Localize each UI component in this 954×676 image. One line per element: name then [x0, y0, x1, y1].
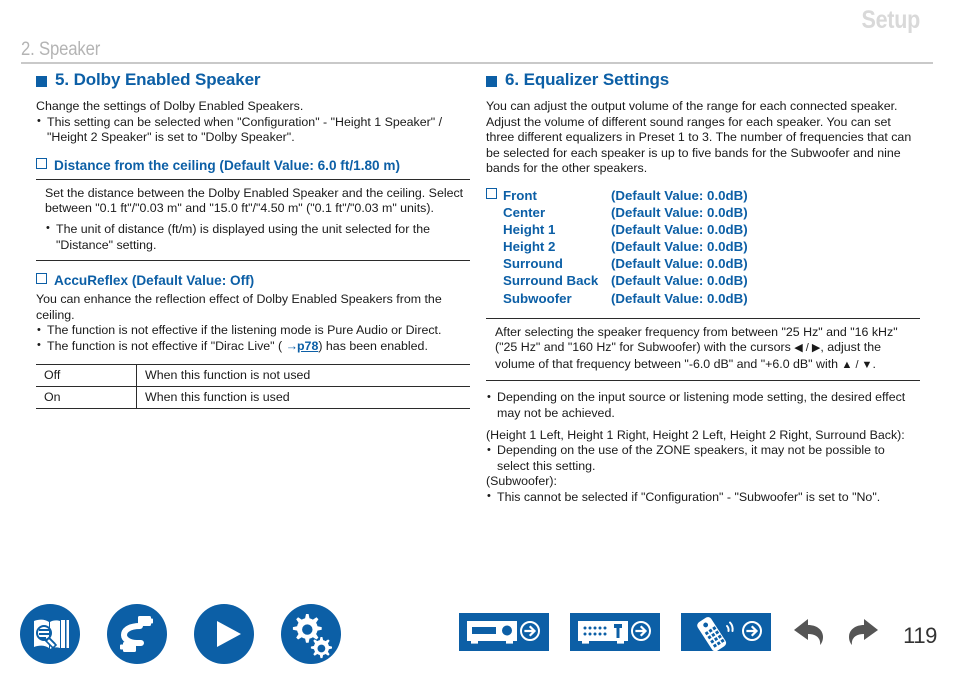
dolby-intro-text: Change the settings of Dolby Enabled Spe…	[36, 99, 304, 113]
speaker-name: Surround	[503, 256, 563, 272]
section-heading-label: 5. Dolby Enabled Speaker	[55, 70, 261, 89]
distance-note-bullets: The unit of distance (ft/m) is displayed…	[45, 221, 470, 253]
table-cell-option: Off	[36, 363, 137, 387]
list-item-with-link: The function is not effective if "Dirac …	[36, 338, 470, 355]
checkbox-square-cell	[486, 187, 503, 204]
subheading-accureflex: AccuReflex (Default Value: Off)	[36, 273, 470, 288]
back-arrow-icon[interactable]	[786, 616, 830, 657]
list-item: Height 1 (Default Value: 0.0dB)	[486, 221, 920, 238]
list-item: Subwoofer (Default Value: 0.0dB)	[486, 290, 920, 307]
list-item: Surround (Default Value: 0.0dB)	[486, 255, 920, 272]
page-number: 119	[903, 623, 937, 648]
subwoofer-bullets: This cannot be selected if "Configuratio…	[486, 489, 920, 506]
speaker-name: Subwoofer	[503, 290, 572, 306]
front-panel-icon[interactable]	[459, 613, 549, 651]
right-column: 6. Equalizer Settings You can adjust the…	[486, 70, 920, 506]
list-item: This cannot be selected if "Configuratio…	[486, 489, 920, 506]
note-text-part3: .	[872, 356, 876, 371]
section-bullet-square-icon	[36, 75, 47, 87]
table-cell-description: When this function is not used	[136, 363, 470, 387]
page-reference-link[interactable]: p78	[297, 339, 318, 353]
connections-cable-icon[interactable]	[107, 604, 167, 664]
group-label-subwoofer: (Subwoofer):	[486, 474, 557, 489]
list-item: Depending on the use of the ZONE speaker…	[486, 443, 920, 474]
forward-arrow-icon[interactable]	[842, 616, 886, 657]
footer-toolbar: 119	[0, 596, 954, 676]
table-row: Off When this function is not used	[36, 363, 470, 387]
speaker-default-value: (Default Value: 0.0dB)	[611, 205, 748, 221]
footer-circle-icon-group	[20, 604, 341, 664]
speaker-default-value: (Default Value: 0.0dB)	[611, 187, 748, 203]
left-column: 5. Dolby Enabled Speaker Change the sett…	[36, 70, 470, 409]
equalizer-note-text: After selecting the speaker frequency fr…	[495, 325, 920, 374]
speaker-name: Height 1	[503, 222, 556, 238]
speaker-default-value: (Default Value: 0.0dB)	[611, 256, 748, 272]
equalizer-intro-text: You can adjust the output volume of the …	[486, 99, 912, 176]
equalizer-note-block: After selecting the speaker frequency fr…	[486, 317, 920, 382]
accureflex-options-table: Off When this function is not used On Wh…	[36, 363, 470, 409]
subheading-distance-from-ceiling: Distance from the ceiling (Default Value…	[36, 157, 470, 173]
speaker-name: Front	[503, 187, 537, 203]
section-heading-dolby-enabled-speaker: 5. Dolby Enabled Speaker	[36, 70, 470, 90]
speaker-default-value: (Default Value: 0.0dB)	[611, 239, 748, 255]
bullet-text-pre: The function is not effective if "Dirac …	[47, 338, 286, 353]
cursor-up-down-icon: ▲ / ▼	[841, 358, 873, 371]
bullet-text-post: ) has been enabled.	[318, 338, 428, 353]
page-section-title: Setup	[861, 6, 921, 34]
distance-note-block: Set the distance between the Dolby Enabl…	[36, 178, 470, 262]
speaker-default-value: (Default Value: 0.0dB)	[611, 290, 748, 306]
manual-page: Setup 2. Speaker 5. Dolby Enabled Speake…	[0, 0, 954, 676]
speaker-name: Center	[503, 205, 546, 221]
subheading-label: Distance from the ceiling (Default Value…	[54, 157, 400, 173]
equalizer-general-bullets: Depending on the input source or listeni…	[486, 390, 920, 421]
section-heading-label: 6. Equalizer Settings	[505, 70, 670, 89]
speaker-default-value: (Default Value: 0.0dB)	[611, 222, 748, 238]
cursor-left-right-icon: ◀ / ▶	[794, 342, 821, 355]
header-divider	[21, 62, 933, 64]
manual-search-icon[interactable]	[20, 604, 80, 664]
footer-panel-icon-group	[459, 613, 771, 652]
page-link-arrow-icon: →	[285, 338, 298, 353]
list-item: This setting can be selected when "Confi…	[36, 114, 470, 146]
list-item: The function is not effective if the lis…	[36, 323, 470, 339]
speaker-default-value: (Default Value: 0.0dB)	[611, 273, 748, 289]
subheading-label: AccuReflex (Default Value: Off)	[54, 273, 255, 289]
speaker-name: Height 2	[503, 239, 556, 255]
list-item: The unit of distance (ft/m) is displayed…	[45, 221, 470, 253]
checkbox-square-icon	[36, 157, 47, 169]
list-item: Front (Default Value: 0.0dB)	[486, 187, 920, 204]
zone-speakers-bullets: Depending on the use of the ZONE speaker…	[486, 443, 920, 474]
checkbox-square-icon	[36, 273, 47, 285]
section-bullet-square-icon	[486, 75, 497, 87]
speaker-name: Surround Back	[503, 273, 599, 289]
list-item: Surround Back (Default Value: 0.0dB)	[486, 272, 920, 289]
play-icon[interactable]	[194, 604, 254, 664]
footer-navigation	[786, 616, 886, 657]
distance-note-text: Set the distance between the Dolby Enabl…	[45, 185, 464, 216]
section-heading-equalizer-settings: 6. Equalizer Settings	[486, 70, 920, 90]
equalizer-speaker-list: Front (Default Value: 0.0dB) Center (Def…	[486, 187, 920, 307]
rear-panel-icon[interactable]	[570, 613, 660, 651]
list-item: Center (Default Value: 0.0dB)	[486, 204, 920, 221]
group-label-zone-speakers: (Height 1 Left, Height 1 Right, Height 2…	[486, 427, 905, 442]
table-row: On When this function is used	[36, 385, 470, 409]
checkbox-square-icon	[486, 187, 497, 199]
table-cell-option: On	[36, 385, 137, 409]
list-item: Height 2 (Default Value: 0.0dB)	[486, 238, 920, 255]
table-cell-description: When this function is used	[136, 385, 470, 409]
accureflex-bullets: The function is not effective if the lis…	[36, 323, 470, 354]
dolby-intro-bullets: This setting can be selected when "Confi…	[36, 114, 470, 146]
setup-gears-icon[interactable]	[281, 604, 341, 664]
breadcrumb-chapter: 2. Speaker	[21, 39, 101, 60]
list-item: Depending on the input source or listeni…	[486, 390, 920, 421]
remote-control-icon[interactable]	[681, 613, 771, 652]
accureflex-body-text: You can enhance the reflection effect of…	[36, 292, 442, 322]
